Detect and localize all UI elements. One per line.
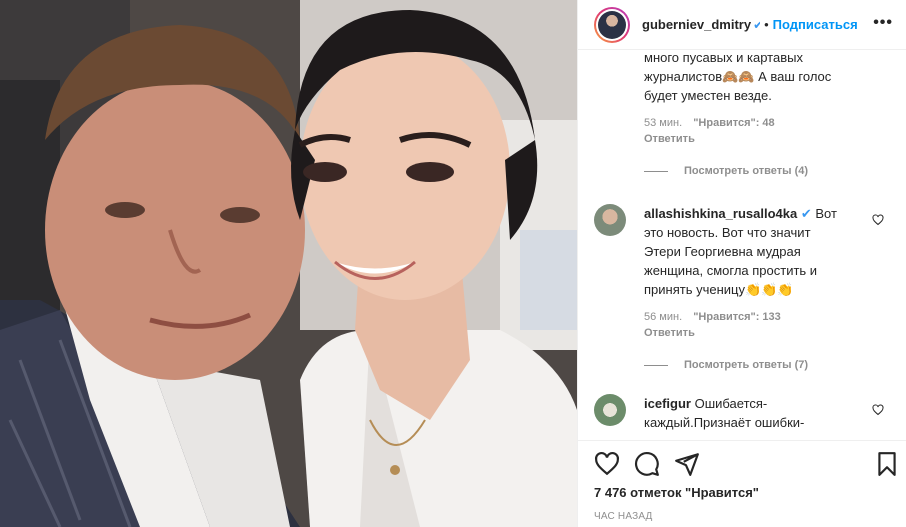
post-side-panel: guberniev_dmitry ✔ • Подписаться ••• мно… xyxy=(577,0,906,527)
reply-button[interactable]: Ответить xyxy=(644,325,884,341)
post-header: guberniev_dmitry ✔ • Подписаться ••• xyxy=(578,0,906,50)
author-avatar[interactable] xyxy=(594,6,630,43)
more-options-icon[interactable]: ••• xyxy=(873,14,893,32)
verified-icon: ✔ xyxy=(753,17,761,32)
commenter-username[interactable]: icefigur xyxy=(644,396,691,411)
comment-meta: 53 мин. "Нравится": 48 xyxy=(644,115,874,131)
comment-meta: 56 мин. "Нравится": 133 xyxy=(644,309,884,325)
comment-text: icefigur Ошибается- каждый.Признаёт ошиб… xyxy=(644,396,805,430)
comment-text: много пусавых и картавых журналистов🙈🙈 А… xyxy=(644,50,832,103)
comment-likes[interactable]: "Нравится": 133 xyxy=(693,311,781,323)
likes-count[interactable]: 7 476 отметок "Нравится" xyxy=(594,485,759,500)
comment-text: allashishkina_rusallo4ka ✔ Вот это новос… xyxy=(644,206,837,297)
view-replies-button[interactable]: Посмотреть ответы (7) xyxy=(644,359,884,371)
follow-button[interactable]: Подписаться xyxy=(773,17,858,32)
comment-item: много пусавых и картавых журналистов🙈🙈 А… xyxy=(644,50,874,177)
bookmark-icon[interactable] xyxy=(874,451,900,477)
view-replies-button[interactable]: Посмотреть ответы (4) xyxy=(644,165,874,177)
like-comment-heart-icon[interactable] xyxy=(872,214,884,226)
share-icon[interactable] xyxy=(674,451,700,477)
selfie-image xyxy=(0,0,577,527)
post-timestamp[interactable]: час назад xyxy=(594,511,653,522)
reply-button[interactable]: Ответить xyxy=(644,131,874,147)
author-username[interactable]: guberniev_dmitry xyxy=(642,17,751,32)
verified-icon: ✔ xyxy=(800,206,812,221)
comments-list[interactable]: много пусавых и картавых журналистов🙈🙈 А… xyxy=(578,50,906,440)
divider-line xyxy=(644,364,668,366)
comment-item: icefigur Ошибается- каждый.Признаёт ошиб… xyxy=(644,394,884,432)
separator-dot: • xyxy=(764,17,769,32)
comment-icon[interactable] xyxy=(634,451,660,477)
post-photo[interactable] xyxy=(0,0,577,527)
like-comment-heart-icon[interactable] xyxy=(872,404,884,416)
heart-icon[interactable] xyxy=(594,451,620,477)
commenter-avatar[interactable] xyxy=(594,204,626,236)
comment-item: allashishkina_rusallo4ka ✔ Вот это новос… xyxy=(644,204,884,371)
commenter-avatar[interactable] xyxy=(594,394,626,426)
comment-likes[interactable]: "Нравится": 48 xyxy=(693,117,774,129)
comment-time: 56 мин. xyxy=(644,311,683,323)
comment-time: 53 мин. xyxy=(644,117,683,129)
post-actions: 7 476 отметок "Нравится" час назад xyxy=(578,440,906,527)
commenter-username[interactable]: allashishkina_rusallo4ka xyxy=(644,206,797,221)
divider-line xyxy=(644,170,668,172)
